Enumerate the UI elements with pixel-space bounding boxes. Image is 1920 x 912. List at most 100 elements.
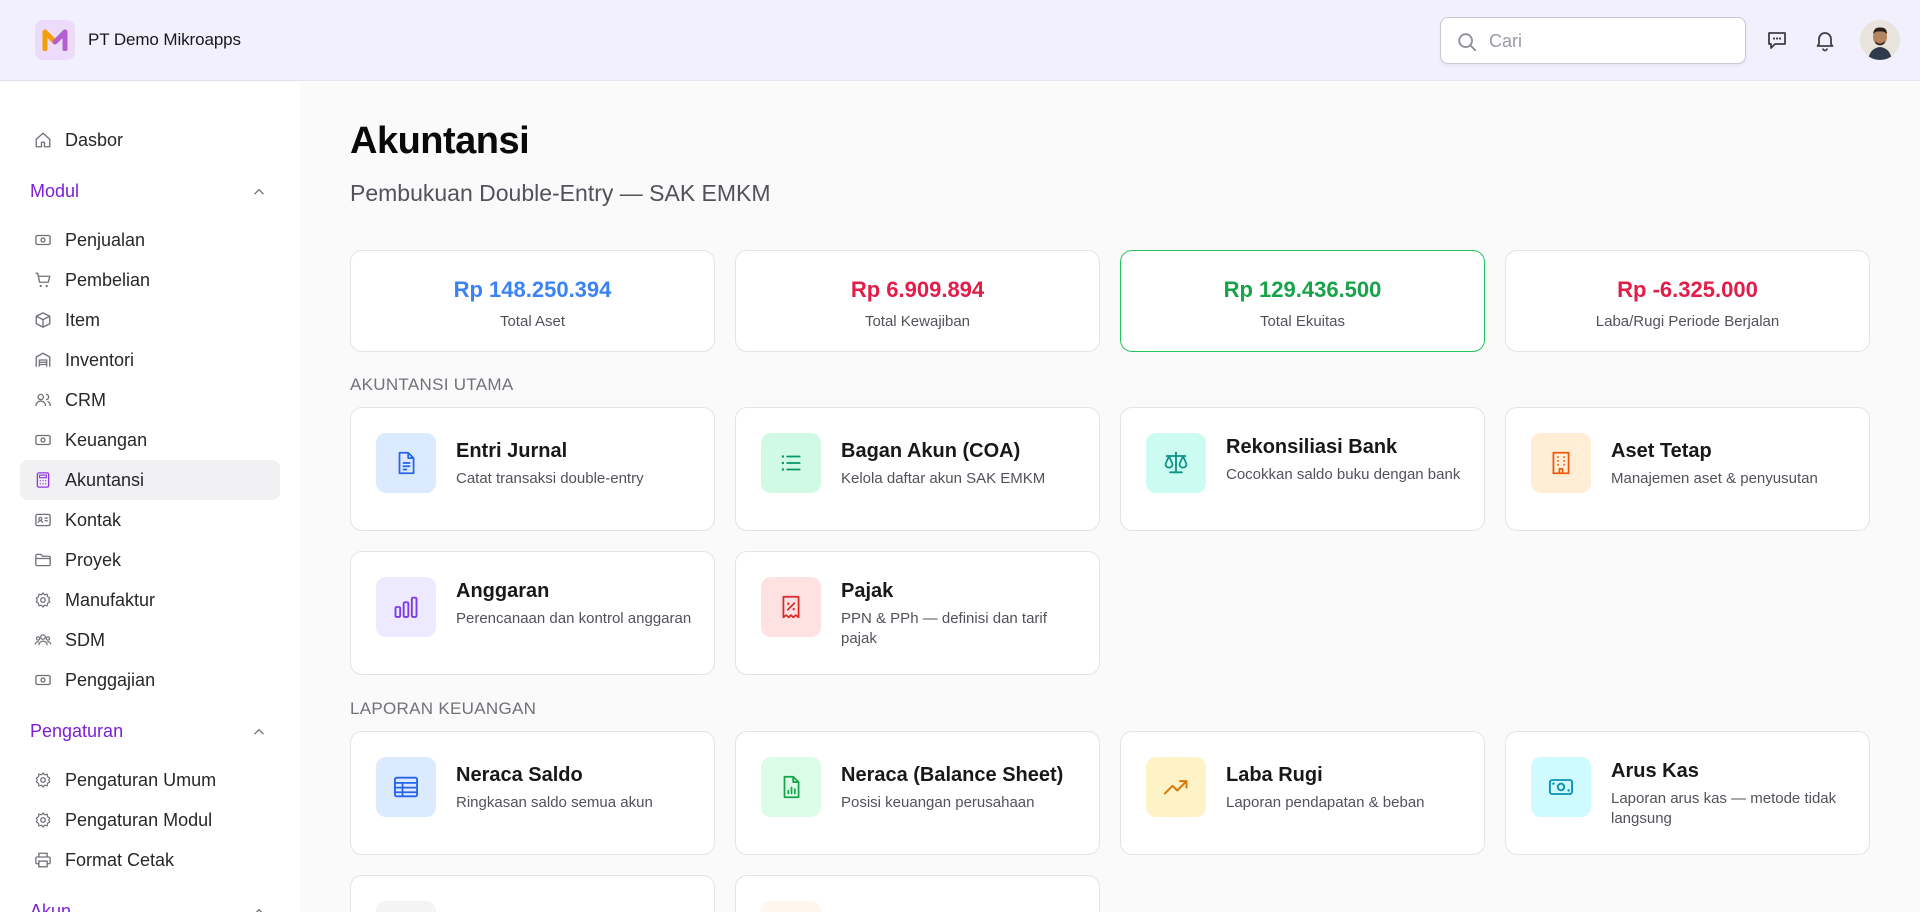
card-neraca-balance-sheet[interactable]: Neraca (Balance Sheet) Posisi keuangan p… [735, 731, 1100, 855]
sidebar-item-pengaturan-modul[interactable]: Pengaturan Modul [20, 800, 280, 840]
card-partial-next-2[interactable] [735, 875, 1100, 912]
cash-icon [1548, 779, 1574, 795]
section-label: Pengaturan [30, 721, 124, 741]
notification-button[interactable] [1811, 26, 1839, 54]
cart-icon [35, 272, 51, 288]
sidebar-item-akuntansi[interactable]: Akuntansi [20, 460, 280, 500]
card-title: Pajak [841, 580, 894, 602]
banknote-icon [35, 674, 51, 686]
sidebar-item-penggajian[interactable]: Penggajian [20, 660, 280, 700]
stat-total-ekuitas: Rp 129.436.500 Total Ekuitas [1120, 250, 1485, 352]
card-description: Posisi keuangan perusahaan [841, 794, 1035, 811]
chevron-up-icon [254, 728, 264, 735]
sidebar-item-sdm[interactable]: SDM [20, 620, 280, 660]
folder-icon [35, 553, 51, 567]
banknote-icon [35, 234, 51, 246]
card-icon-tile [761, 757, 821, 817]
card-neraca-saldo[interactable]: Neraca Saldo Ringkasan saldo semua akun [350, 731, 715, 855]
sidebar-item-inventori[interactable]: Inventori [20, 340, 280, 380]
sidebar-item-keuangan[interactable]: Keuangan [20, 420, 280, 460]
card-description: Cocokkan saldo buku dengan bank [1226, 466, 1461, 483]
sidebar-item-label: Inventori [65, 350, 135, 370]
chevron-up-icon [255, 908, 263, 912]
card-description: Laporan arus kas — metode tidak langsung [1611, 790, 1837, 827]
card-title: Laba Rugi [1226, 764, 1323, 786]
card-anggaran[interactable]: Anggaran Perencanaan dan kontrol anggara… [350, 551, 715, 675]
card-icon-tile [376, 901, 436, 912]
sidebar: Dasbor Modul Penjualan Pembelian Item In… [0, 82, 300, 912]
card-icon-tile [1146, 757, 1206, 817]
sidebar-item-penjualan[interactable]: Penjualan [20, 220, 280, 260]
calculator-icon [36, 472, 50, 488]
sidebar-item-label: Manufaktur [65, 590, 156, 610]
sidebar-item-pembelian[interactable]: Pembelian [20, 260, 280, 300]
group-heading-laporan-keuangan: LAPORAN KEUANGAN [350, 699, 537, 718]
sidebar-item-pengaturan-umum[interactable]: Pengaturan Umum [20, 760, 280, 800]
user-avatar[interactable] [1860, 20, 1900, 60]
group-heading-akuntansi-utama: AKUNTANSI UTAMA [350, 375, 514, 394]
sidebar-item-label: SDM [65, 630, 105, 650]
table-icon [393, 776, 419, 798]
sidebar-item-manufaktur[interactable]: Manufaktur [20, 580, 280, 620]
sidebar-item-dasbor[interactable]: Dasbor [20, 120, 280, 160]
card-description: Catat transaksi double-entry [456, 470, 644, 487]
sidebar-item-item[interactable]: Item [20, 300, 280, 340]
card-icon-tile [376, 433, 436, 493]
section-akun-toggle[interactable]: Akun [30, 897, 270, 912]
card-description: Perencanaan dan kontrol anggaran [456, 610, 692, 627]
stat-laba-rugi: Rp -6.325.000 Laba/Rugi Periode Berjalan [1505, 250, 1870, 352]
section-label: Akun [30, 901, 72, 912]
sidebar-item-format-cetak[interactable]: Format Cetak [20, 840, 280, 880]
card-bagan-akun[interactable]: Bagan Akun (COA) Kelola daftar akun SAK … [735, 407, 1100, 531]
list-icon [781, 455, 801, 471]
stat-value: Rp 148.250.394 [453, 277, 612, 302]
gear-icon [35, 772, 51, 788]
stat-total-kewajiban: Rp 6.909.894 Total Kewajiban [735, 250, 1100, 352]
card-rekonsiliasi-bank[interactable]: Rekonsiliasi Bank Cocokkan saldo buku de… [1120, 407, 1485, 531]
stat-value: Rp 6.909.894 [850, 277, 985, 302]
page-subtitle: Pembukuan Double-Entry — SAK EMKM [350, 180, 771, 206]
search-icon [1458, 33, 1477, 52]
card-title: Aset Tetap [1611, 440, 1712, 462]
gear-icon [35, 592, 51, 608]
sidebar-item-label: Format Cetak [65, 850, 175, 870]
card-laba-rugi[interactable]: Laba Rugi Laporan pendapatan & beban [1120, 731, 1485, 855]
sidebar-item-label: Dasbor [65, 130, 124, 150]
user-photo-icon [1860, 20, 1900, 60]
card-icon-tile [1531, 433, 1591, 493]
section-pengaturan-toggle[interactable]: Pengaturan [30, 717, 270, 747]
printer-icon [35, 852, 51, 868]
sidebar-item-crm[interactable]: CRM [20, 380, 280, 420]
page-title: Akuntansi [350, 120, 530, 162]
chat-button[interactable] [1763, 26, 1791, 54]
file-chart-icon [783, 775, 800, 799]
card-description: Ringkasan saldo semua akun [456, 794, 653, 811]
app-logo[interactable] [35, 20, 75, 60]
sidebar-item-kontak[interactable]: Kontak [20, 500, 280, 540]
card-title: Arus Kas [1611, 760, 1699, 782]
box-icon [35, 312, 51, 328]
card-partial-next-1[interactable] [350, 875, 715, 912]
sidebar-item-proyek[interactable]: Proyek [20, 540, 280, 580]
sidebar-item-label: Item [65, 310, 101, 330]
warehouse-icon [35, 352, 51, 367]
chat-icon [1768, 32, 1786, 49]
card-pajak[interactable]: Pajak PPN & PPh — definisi dan tarif paj… [735, 551, 1100, 675]
banknote-icon [35, 434, 51, 446]
card-aset-tetap[interactable]: Aset Tetap Manajemen aset & penyusutan [1505, 407, 1870, 531]
card-icon-tile [1146, 433, 1206, 493]
search-input[interactable] [1489, 28, 1729, 54]
sidebar-item-label: Penjualan [65, 230, 146, 250]
section-label: Modul [30, 181, 80, 201]
card-entri-jurnal[interactable]: Entri Jurnal Catat transaksi double-entr… [350, 407, 715, 531]
card-arus-kas[interactable]: Arus Kas Laporan arus kas — metode tidak… [1505, 731, 1870, 855]
card-description: PPN & PPh — definisi dan tarif pajak [841, 610, 1047, 647]
card-title: Anggaran [456, 580, 550, 602]
card-icon-tile [376, 757, 436, 817]
card-title: Rekonsiliasi Bank [1226, 436, 1398, 458]
search-box[interactable] [1440, 17, 1746, 64]
trending-up-icon [1163, 780, 1188, 795]
section-modul-toggle[interactable]: Modul [30, 177, 270, 207]
card-icon-tile [1531, 757, 1591, 817]
card-icon-tile [376, 577, 436, 637]
